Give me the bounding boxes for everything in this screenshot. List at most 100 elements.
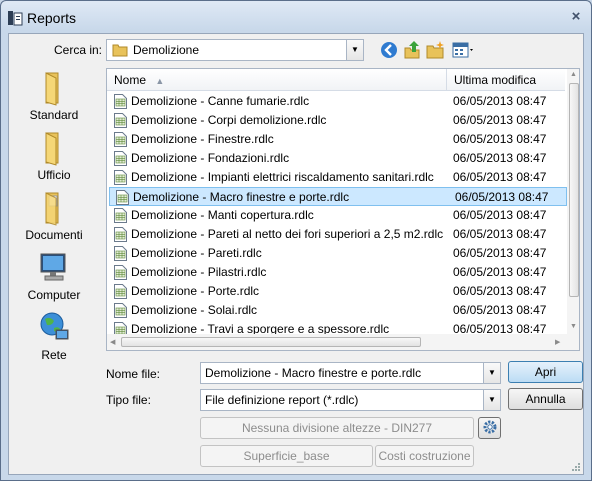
lookin-value: Demolizione [133,43,200,57]
file-modified: 06/05/2013 08:47 [453,208,547,222]
vertical-scrollbar[interactable]: ▲ ▼ [567,69,579,334]
new-folder-icon[interactable] [425,40,445,60]
column-header-name[interactable]: Nome ▲ [107,69,446,91]
table-row[interactable]: Demolizione - Manti copertura.rdlc 06/05/… [108,206,566,225]
surface-button[interactable]: Superficie_base [200,445,373,467]
place-rete[interactable]: Rete [9,310,99,370]
gear-icon [483,420,496,434]
title-bar[interactable]: Reports × [1,1,591,33]
filename-input[interactable]: Demolizione - Macro finestre e porte.rdl… [200,362,501,384]
back-icon[interactable] [379,40,399,60]
table-row[interactable]: Demolizione - Pareti.rdlc 06/05/2013 08:4… [108,244,566,263]
column-header-modified[interactable]: Ultima modifica [447,69,565,91]
cancel-button[interactable]: Annulla [508,388,583,410]
settings-button[interactable] [478,417,501,439]
file-name: Demolizione - Pilastri.rdlc [131,265,267,279]
dialog-client: Cerca in: Demolizione ▼ Standard Ufficio… [8,33,584,475]
table-row[interactable]: Demolizione - Impianti elettrici riscald… [108,168,566,187]
horizontal-scroll-thumb[interactable] [121,337,421,347]
file-modified: 06/05/2013 08:47 [453,151,547,165]
file-name: Demolizione - Porte.rdlc [131,284,260,298]
chevron-down-icon[interactable]: ▼ [346,40,363,60]
report-file-icon [114,113,127,128]
list-header: Nome ▲ Ultima modifica [107,69,565,91]
height-division-button[interactable]: Nessuna divisione altezze - DIN277 [200,417,474,439]
place-label: Documenti [25,228,83,242]
file-list[interactable]: Nome ▲ Ultima modifica Demolizione - Can… [106,68,580,351]
file-name: Demolizione - Finestre.rdlc [131,132,274,146]
file-name: Demolizione - Manti copertura.rdlc [131,208,314,222]
up-folder-icon[interactable] [402,40,422,60]
file-name: Demolizione - Canne fumarie.rdlc [131,94,310,108]
costs-button[interactable]: Costi costruzione [375,445,474,467]
report-file-icon [114,132,127,147]
file-modified: 06/05/2013 08:47 [453,94,547,108]
file-modified: 06/05/2013 08:47 [453,170,547,184]
file-name: Demolizione - Macro finestre e porte.rdl… [133,190,350,204]
file-modified: 06/05/2013 08:47 [453,132,547,146]
file-name: Demolizione - Impianti elettrici riscald… [131,170,434,184]
lookin-combo[interactable]: Demolizione ▼ [106,39,364,61]
window-title: Reports [27,10,77,26]
table-row[interactable]: Demolizione - Canne fumarie.rdlc 06/05/20… [108,92,566,111]
place-label: Ufficio [37,168,71,182]
file-name: Demolizione - Pareti al netto dei fori s… [131,227,444,241]
table-row[interactable]: Demolizione - Porte.rdlc 06/05/2013 08:47 [108,282,566,301]
documents-folder-icon [45,192,59,226]
place-ufficio[interactable]: Ufficio [9,130,99,190]
view-menu-icon[interactable] [451,40,477,60]
reports-dialog: Reports × Cerca in: Demolizione ▼ Standa… [0,0,592,481]
scroll-right-icon[interactable]: ▶ [555,338,560,346]
scroll-down-icon[interactable]: ▼ [570,323,577,330]
file-name: Demolizione - Fondazioni.rdlc [131,151,290,165]
file-modified: 06/05/2013 08:47 [453,246,547,260]
file-modified: 06/05/2013 08:47 [455,190,549,204]
file-modified: 06/05/2013 08:47 [453,284,547,298]
file-modified: 06/05/2013 08:47 [453,227,547,241]
table-row[interactable]: Demolizione - Pareti al netto dei fori s… [108,225,566,244]
table-row[interactable]: Demolizione - Fondazioni.rdlc 06/05/2013 … [108,149,566,168]
report-file-icon [114,265,127,280]
vertical-scroll-thumb[interactable] [569,83,579,297]
file-modified: 06/05/2013 08:47 [453,303,547,317]
file-name: Demolizione - Pareti.rdlc [131,246,262,260]
report-file-icon [116,190,129,205]
resize-grip-icon[interactable] [571,462,581,472]
place-computer[interactable]: Computer [9,250,99,310]
filetype-value: File definizione report (*.rdlc) [205,393,359,407]
report-file-icon [114,94,127,109]
column-name-label: Nome [114,73,147,87]
reports-app-icon [8,11,23,26]
place-documenti[interactable]: Documenti [9,190,99,250]
sort-ascending-icon: ▲ [155,76,165,86]
table-row[interactable]: Demolizione - Corpi demolizione.rdlc 06/0… [108,111,566,130]
filetype-select[interactable]: File definizione report (*.rdlc) ▼ [200,389,501,411]
place-label: Rete [41,348,67,362]
table-row[interactable]: Demolizione - Pilastri.rdlc 06/05/2013 08… [108,263,566,282]
report-file-icon [114,227,127,242]
lookin-label: Cerca in: [54,43,103,57]
file-modified: 06/05/2013 08:47 [453,265,547,279]
chevron-down-icon[interactable]: ▼ [483,390,500,410]
scroll-up-icon[interactable]: ▲ [570,71,577,78]
network-globe-icon [40,312,69,340]
filetype-label: Tipo file: [106,393,151,407]
table-row[interactable]: Demolizione - Finestre.rdlc 06/05/2013 08… [108,130,566,149]
filename-value[interactable]: Demolizione - Macro finestre e porte.rdl… [205,366,421,380]
report-file-icon [114,151,127,166]
file-name: Demolizione - Solai.rdlc [131,303,258,317]
folder-icon [45,72,59,106]
table-row[interactable]: Demolizione - Solai.rdlc 06/05/2013 08:47 [108,301,566,320]
places-bar: Standard Ufficio Documenti Computer Rete [9,64,99,364]
chevron-down-icon[interactable]: ▼ [483,363,500,383]
place-label: Computer [27,288,81,302]
scroll-left-icon[interactable]: ◀ [110,338,115,346]
open-button[interactable]: Apri [508,361,583,383]
report-file-icon [114,170,127,185]
folder-icon [112,44,128,57]
table-row[interactable]: Demolizione - Macro finestre e porte.rdl… [109,187,567,206]
column-modified-label: Ultima modifica [454,73,537,87]
horizontal-scrollbar[interactable]: ◀ ▶ [107,334,579,350]
place-standard[interactable]: Standard [9,70,99,130]
close-icon[interactable]: × [567,8,585,26]
